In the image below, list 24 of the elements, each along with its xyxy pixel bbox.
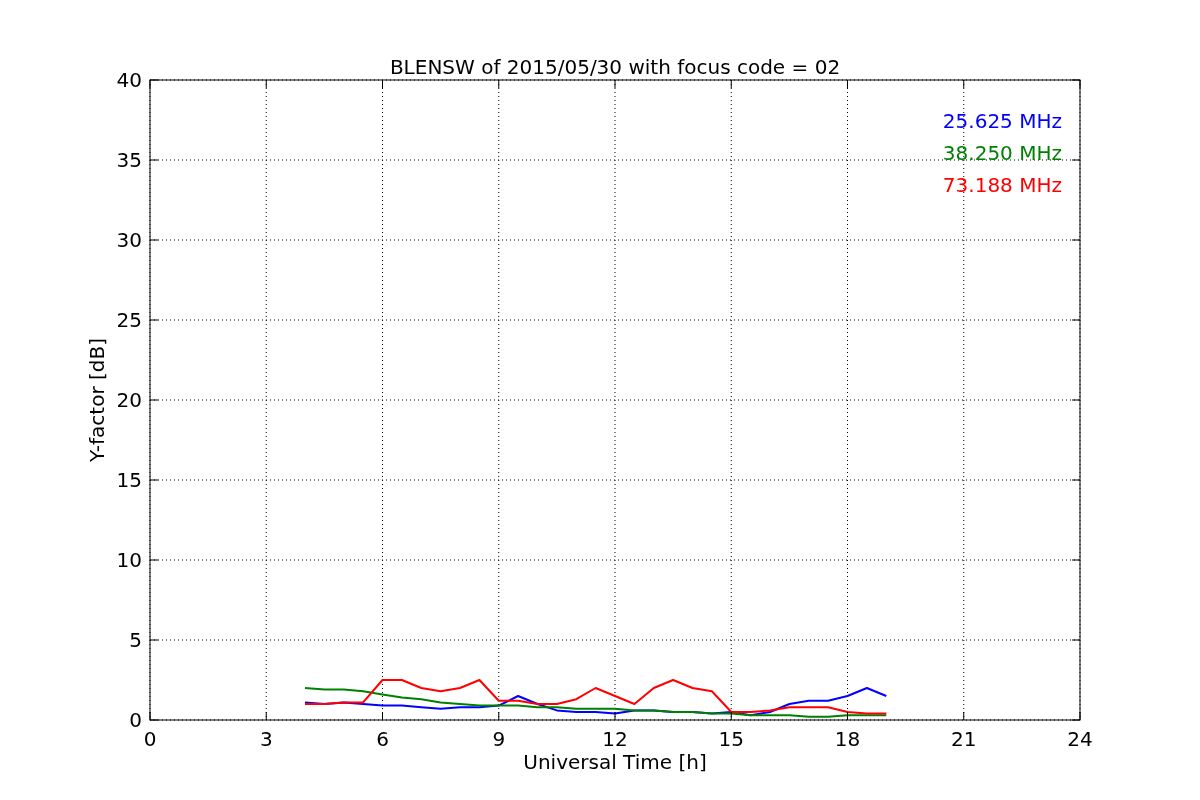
tick-label: 21 <box>951 727 977 751</box>
tick-label: 15 <box>116 468 142 492</box>
tick-label: 35 <box>116 148 142 172</box>
tick-label: 30 <box>116 228 142 252</box>
tick-label: 18 <box>834 727 861 751</box>
axis-label: Y-factor [dB] <box>85 338 109 462</box>
tick-label: 10 <box>116 548 142 572</box>
legend-entry: 25.625 MHz <box>942 109 1062 133</box>
tick-label: 9 <box>492 727 506 751</box>
tick-label: 24 <box>1067 727 1093 751</box>
axis-label: Universal Time [h] <box>523 750 707 774</box>
tick-label: 20 <box>116 388 142 412</box>
tick-label: 15 <box>718 727 744 751</box>
chart-title: BLENSW of 2015/05/30 with focus code = 02 <box>389 55 841 79</box>
tick-label: 3 <box>259 727 273 751</box>
tick-label: 40 <box>116 68 142 92</box>
tick-label: 6 <box>376 727 389 751</box>
tick-label: 0 <box>143 727 157 751</box>
legend-entry: 38.250 MHz <box>942 141 1062 165</box>
legend-entry: 73.188 MHz <box>942 173 1062 197</box>
tick-label: 5 <box>129 628 142 652</box>
tick-label: 12 <box>602 727 628 751</box>
tick-label: 25 <box>116 308 142 332</box>
tick-label: 0 <box>129 708 142 732</box>
